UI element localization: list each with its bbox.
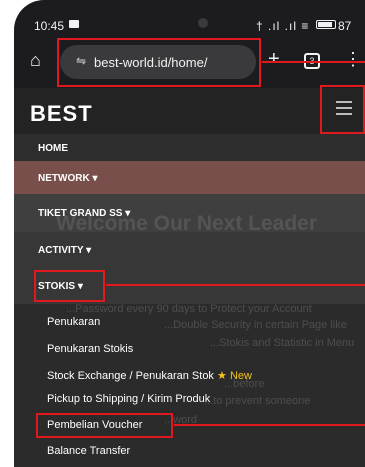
highlight-pointer-line	[262, 61, 365, 63]
status-time: 10:45	[34, 19, 65, 33]
submenu-item-penukaran[interactable]: Penukaran	[14, 316, 365, 336]
nav-network[interactable]: NETWORK ▾	[14, 161, 365, 194]
status-bar: 10:45 † .ıl .ıl ≡ 87	[14, 0, 365, 36]
home-icon[interactable]: ⌂	[30, 50, 41, 71]
more-menu-icon[interactable]: ⋮	[344, 49, 362, 70]
battery-icon	[316, 20, 336, 29]
submenu-item-balance-transfer[interactable]: Balance Transfer	[14, 445, 365, 465]
background-text-line: ...Password every 90 days to Protect you…	[66, 303, 312, 315]
submenu-item-pickup-shipping[interactable]: Pickup to Shipping / Kirim Produk	[14, 393, 365, 413]
highlight-box-voucher	[36, 413, 173, 438]
battery-percent: 87	[338, 19, 352, 33]
site-header: BEST	[14, 88, 365, 134]
site-logo[interactable]: BEST	[30, 101, 93, 127]
new-badge: New	[229, 370, 252, 382]
nav-activity-label: ACTIVITY ▾	[38, 245, 92, 256]
highlight-box-hamburger	[320, 85, 365, 134]
highlight-box-url	[57, 38, 261, 87]
submenu-label: Stock Exchange / Penukaran Stok	[47, 370, 214, 382]
submenu-item-stock-exchange[interactable]: Stock Exchange / Penukaran Stok ★ New	[14, 369, 365, 389]
nav-home-label: HOME	[38, 143, 68, 154]
submenu-label: Penukaran Stokis	[47, 343, 134, 355]
highlight-box-stokis	[34, 270, 105, 302]
nav-tiket-label: TIKET GRAND SS ▾	[38, 208, 131, 219]
submenu-label: Balance Transfer	[47, 445, 131, 457]
submenu-label: Pickup to Shipping / Kirim Produk	[47, 393, 211, 405]
nav-activity[interactable]: ACTIVITY ▾	[14, 232, 365, 268]
nav-network-label: NETWORK ▾	[38, 173, 98, 184]
submenu-label: Penukaran	[47, 316, 101, 328]
highlight-pointer-line	[174, 424, 365, 426]
camera-icon	[198, 18, 208, 28]
new-tab-icon[interactable]: +	[268, 48, 280, 71]
nav-home[interactable]: HOME	[14, 134, 365, 161]
signal-wifi-icon: † .ıl .ıl ≡	[256, 19, 310, 33]
submenu-item-penukaran-stokis[interactable]: Penukaran Stokis	[14, 343, 365, 363]
nav-tiket-grand-ss[interactable]: TIKET GRAND SS ▾	[14, 194, 365, 232]
star-icon: ★	[217, 370, 227, 382]
message-icon	[69, 20, 79, 28]
highlight-pointer-line	[106, 284, 365, 286]
